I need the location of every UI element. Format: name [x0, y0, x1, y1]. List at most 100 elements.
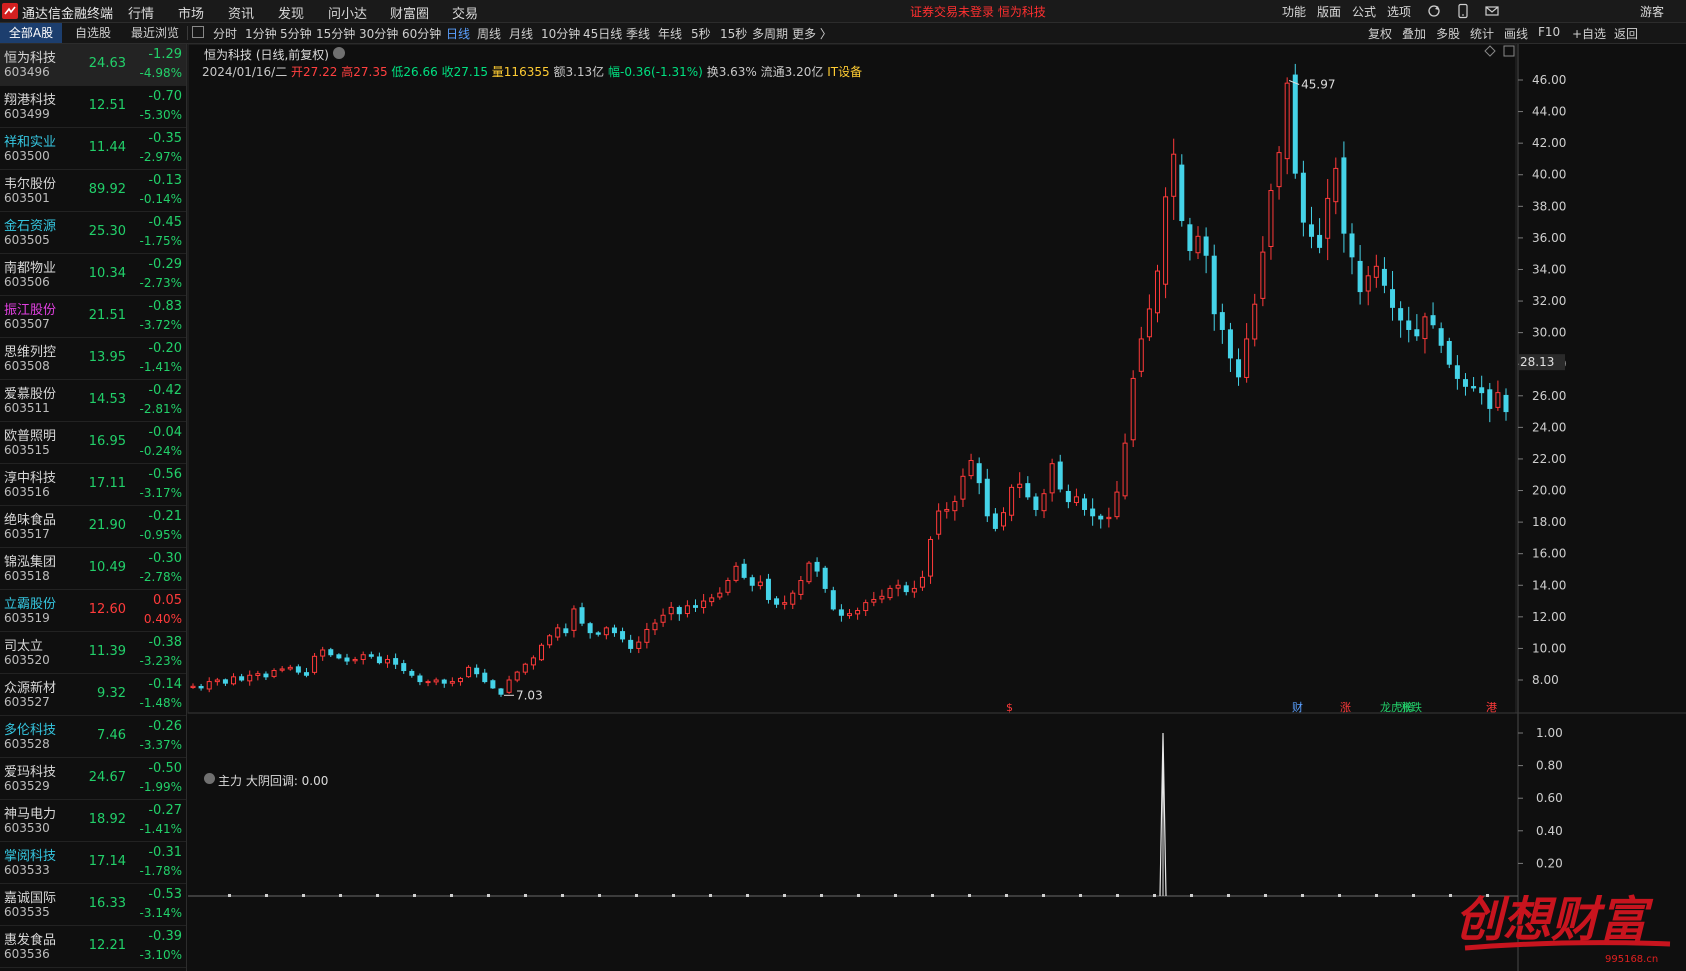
candle-body [222, 679, 228, 684]
candle-body [847, 613, 852, 617]
candle-body [936, 510, 942, 535]
candle-body [1130, 377, 1136, 441]
indicator-baseline-dot [635, 894, 638, 897]
candle-body [1406, 320, 1412, 330]
candle-body [1187, 224, 1193, 252]
candle-body [1487, 389, 1493, 409]
high-price-label: 45.97 [1301, 77, 1335, 91]
candle-body [1252, 303, 1258, 340]
candle-body [1292, 74, 1298, 174]
candle-body [992, 513, 998, 529]
candle-body [1365, 275, 1371, 292]
candle-body [595, 632, 601, 635]
y-tick-label: 44.00 [1532, 105, 1566, 119]
y-tick-label: 14.00 [1532, 578, 1566, 592]
candle-body [474, 667, 480, 675]
candle-body [1398, 308, 1404, 321]
candle-body [1390, 289, 1396, 308]
indicator-baseline-dot [746, 894, 749, 897]
candle-body [1227, 329, 1233, 359]
candle-body [1244, 338, 1250, 378]
chart-title: 恒为科技 (日线,前复权) [204, 48, 329, 62]
candle-body [733, 565, 739, 581]
candle-body [1422, 316, 1428, 340]
candle-body [1146, 308, 1152, 338]
candle-body [336, 654, 342, 659]
candle-body [279, 668, 285, 671]
candle-body [1106, 516, 1112, 520]
candle-body [903, 585, 909, 593]
y-tick-label: 26.00 [1532, 389, 1566, 403]
candle-body [1373, 265, 1379, 278]
candle-body [328, 649, 334, 656]
ohlc-info-bar: 2024/01/16/二 开27.22 高27.35 低26.66 收27.15… [202, 63, 862, 80]
indicator-baseline-dot [1116, 894, 1119, 897]
y-tick-label: 40.00 [1532, 168, 1566, 182]
candle-body [725, 580, 731, 593]
candle-body [1414, 329, 1420, 337]
candle-body [1333, 167, 1339, 203]
indicator-baseline-dot [1042, 894, 1045, 897]
candle-body [1260, 251, 1266, 299]
candle-body [482, 672, 488, 683]
candle-body [830, 590, 836, 610]
candle-body [1219, 312, 1225, 330]
candle-body [1236, 359, 1242, 378]
bar-open: 开27.22 [291, 65, 338, 79]
candle-body [320, 649, 326, 657]
candle-body [1211, 255, 1217, 315]
candle-body [668, 606, 674, 615]
candle-body [563, 628, 569, 634]
candle-body [1154, 270, 1160, 314]
bar-industry[interactable]: IT设备 [827, 65, 862, 79]
indicator-y-tick-label: 0.60 [1536, 791, 1563, 805]
candle-body [360, 654, 366, 660]
candle-body [417, 675, 423, 683]
y-tick-label: 10.00 [1532, 641, 1566, 655]
candle-body [206, 681, 212, 690]
indicator-baseline-dot [1005, 894, 1008, 897]
candle-body [579, 607, 585, 624]
chevron-down-icon[interactable] [333, 47, 345, 59]
candle-body [968, 460, 974, 477]
candle-body [1503, 394, 1509, 413]
candle-body [1057, 461, 1063, 490]
y-tick-label: 16.00 [1532, 547, 1566, 561]
candle-body [1033, 496, 1039, 510]
candle-body [701, 600, 707, 609]
candle-body [1017, 483, 1023, 489]
candle-body [287, 666, 293, 670]
candle-body [1138, 338, 1144, 372]
candle-body [295, 666, 301, 673]
y-tick-label: 12.00 [1532, 610, 1566, 624]
y-tick-label: 18.00 [1532, 515, 1566, 529]
indicator-y-tick-label: 0.80 [1536, 759, 1563, 773]
candle-body [231, 676, 237, 685]
candle-body [1122, 442, 1128, 497]
y-tick-label: 36.00 [1532, 231, 1566, 245]
candle-body [1462, 379, 1468, 387]
candle-body [684, 605, 690, 615]
indicator-baseline-dot [1412, 894, 1415, 897]
candle-body [709, 597, 715, 603]
candle-body [855, 610, 861, 615]
candle-body [198, 685, 204, 689]
bar-date: 2024/01/16/二 [202, 65, 288, 79]
candle-body [498, 688, 504, 695]
candle-body [1349, 233, 1355, 258]
candle-body [1276, 152, 1282, 188]
indicator-baseline-dot [1227, 894, 1230, 897]
candle-body [514, 671, 520, 681]
candle-body [1381, 268, 1387, 286]
candle-body [368, 654, 374, 657]
indicator-y-tick-label: 0.40 [1536, 824, 1563, 838]
candle-body [887, 587, 893, 599]
indicator-baseline-dot [931, 894, 934, 897]
candle-body [1308, 224, 1314, 237]
candle-body [1049, 463, 1055, 494]
candle-body [1479, 387, 1485, 394]
indicator-baseline-dot [857, 894, 860, 897]
candle-body [393, 658, 399, 665]
candle-body [1317, 234, 1323, 248]
indicator-toggle-icon[interactable] [204, 773, 215, 784]
